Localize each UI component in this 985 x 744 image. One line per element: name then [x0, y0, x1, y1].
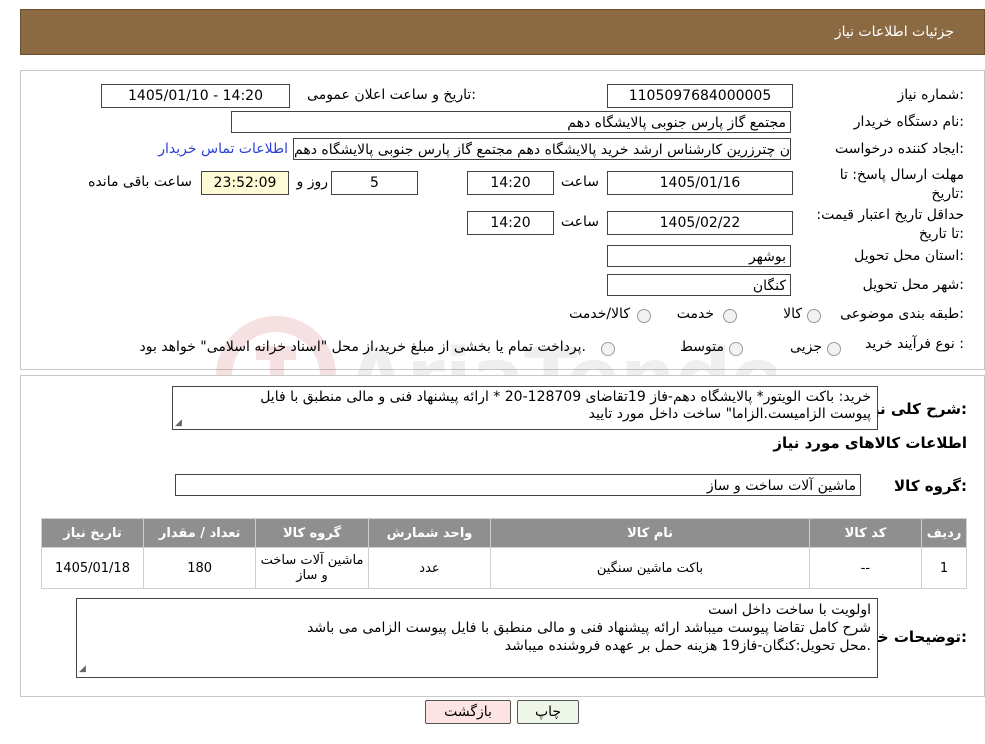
need-number-label: شماره نیاز:: [897, 87, 964, 103]
print-button[interactable]: چاپ: [517, 700, 579, 724]
city-field: کنگان: [607, 274, 791, 296]
table-row: 1405/01/18 180 ماشین آلات ساخت و ساز عدد…: [40, 547, 967, 589]
buyer-org-field: مجتمع گاز پارس جنوبی پالایشگاه دهم: [231, 111, 791, 133]
goods-info-title: اطلاعات کالاهای مورد نیاز: [773, 434, 967, 452]
need-description-panel: شرح کلی نیاز: خرید: باکت الویتور* پالایش…: [20, 375, 985, 697]
goods-group-field: ماشین آلات ساخت و ساز: [175, 474, 861, 496]
cell-unit: عدد: [367, 547, 492, 589]
province-field: بوشهر: [607, 245, 791, 267]
cell-row-number: 1: [921, 547, 967, 589]
summary-text-line-1: خرید: باکت الویتور* پالایشگاه دهم-فاز 19…: [260, 389, 871, 405]
category-option-goods-radio[interactable]: [807, 309, 821, 323]
cell-goods-code: --: [808, 547, 923, 589]
col-unit: واحد شمارش: [367, 518, 492, 548]
price-validity-time-label: ساعت: [560, 214, 599, 230]
goods-table-header-row: تاریخ نیاز تعداد / مقدار گروه کالا واحد …: [40, 518, 967, 548]
category-option-service-radio[interactable]: [723, 309, 737, 323]
reply-deadline-days: 5: [331, 171, 418, 195]
category-option-both-label: کالا/خدمت: [569, 306, 630, 322]
process-type-label: نوع فرآیند خرید :: [865, 336, 964, 352]
summary-text: خرید: باکت الویتور* پالایشگاه دهم-فاز 19…: [172, 386, 878, 430]
buyer-notes-line-3: محل تحویل:کنگان-فاز19 هزینه حمل بر عهده …: [504, 638, 871, 654]
cell-need-date: 1405/01/18: [40, 547, 145, 589]
category-option-both-radio[interactable]: [637, 309, 651, 323]
treasury-payment-note: پرداخت تمام یا بخشی از مبلغ خرید،از محل …: [139, 339, 586, 355]
buyer-notes-line-1: اولویت با ساخت داخل است: [708, 602, 871, 618]
cell-quantity: 180: [143, 547, 257, 589]
announce-date-field: 1405/01/10 - 14:20: [101, 84, 290, 108]
reply-deadline-time: 14:20: [467, 171, 554, 195]
col-goods-group: گروه کالا: [255, 518, 369, 548]
page-header: جزئیات اطلاعات نیاز: [20, 9, 985, 55]
col-quantity: تعداد / مقدار: [143, 518, 257, 548]
col-row-number: ردیف: [921, 518, 967, 548]
requester-field: پیمان چترزرین کارشناس ارشد خرید پالایشگا…: [293, 138, 791, 160]
summary-text-line-2: پیوست الزامیست.الزاما" ساخت داخل مورد تا…: [588, 406, 871, 422]
process-option-medium-radio[interactable]: [729, 342, 743, 356]
buyer-org-label: نام دستگاه خریدار:: [853, 114, 964, 130]
treasury-payment-checkbox[interactable]: [601, 342, 615, 356]
col-goods-name: نام کالا: [490, 518, 810, 548]
buyer-notes-text: اولویت با ساخت داخل است شرح کامل تقاضا پ…: [76, 598, 878, 678]
remaining-time-field: 23:52:09: [201, 171, 289, 195]
cell-goods-name: باکت ماشین سنگین: [490, 547, 810, 589]
need-number-field: 1105097684000005: [607, 84, 793, 108]
category-option-goods-label: کالا: [783, 306, 802, 322]
back-button[interactable]: بازگشت: [425, 700, 511, 724]
resize-grip-icon[interactable]: ◢: [175, 418, 182, 428]
requester-label: ایجاد کننده درخواست:: [835, 141, 964, 157]
goods-group-label: گروه کالا:: [894, 477, 967, 495]
price-validity-label: حداقل تاریخ اعتبار قیمت: تا تاریخ:: [816, 207, 964, 242]
days-label: روز و: [296, 174, 329, 190]
resize-grip-icon[interactable]: ◢: [79, 664, 86, 674]
process-option-medium-label: متوسط: [680, 339, 724, 355]
reply-deadline-label: مهلت ارسال پاسخ: تا تاریخ:: [839, 167, 964, 202]
reply-deadline-date: 1405/01/16: [607, 171, 793, 195]
category-label: طبقه بندی موضوعی:: [840, 306, 964, 322]
cell-goods-group: ماشین آلات ساخت و ساز: [255, 547, 369, 589]
goods-table: تاریخ نیاز تعداد / مقدار گروه کالا واحد …: [40, 518, 967, 589]
col-need-date: تاریخ نیاز: [40, 518, 145, 548]
city-label: شهر محل تحویل:: [862, 277, 964, 293]
announce-date-label: تاریخ و ساعت اعلان عمومی:: [307, 87, 476, 103]
process-option-minor-label: جزیی: [790, 339, 822, 355]
reply-deadline-time-label: ساعت: [560, 174, 599, 190]
price-validity-date: 1405/02/22: [607, 211, 793, 235]
remaining-time-label: ساعت باقی مانده: [88, 174, 192, 190]
process-option-minor-radio[interactable]: [827, 342, 841, 356]
category-option-service-label: خدمت: [676, 306, 714, 322]
buyer-notes-line-2: شرح کامل تقاضا پیوست میباشد ارائه پیشنها…: [307, 620, 871, 636]
col-goods-code: کد کالا: [808, 518, 923, 548]
page-title: جزئیات اطلاعات نیاز: [834, 24, 954, 40]
need-info-panel: AriaTender.neT شماره نیاز: 1105097684000…: [20, 70, 985, 436]
province-label: استان محل تحویل:: [854, 248, 964, 264]
buyer-contact-link[interactable]: اطلاعات تماس خریدار: [158, 141, 288, 157]
price-validity-time: 14:20: [467, 211, 554, 235]
